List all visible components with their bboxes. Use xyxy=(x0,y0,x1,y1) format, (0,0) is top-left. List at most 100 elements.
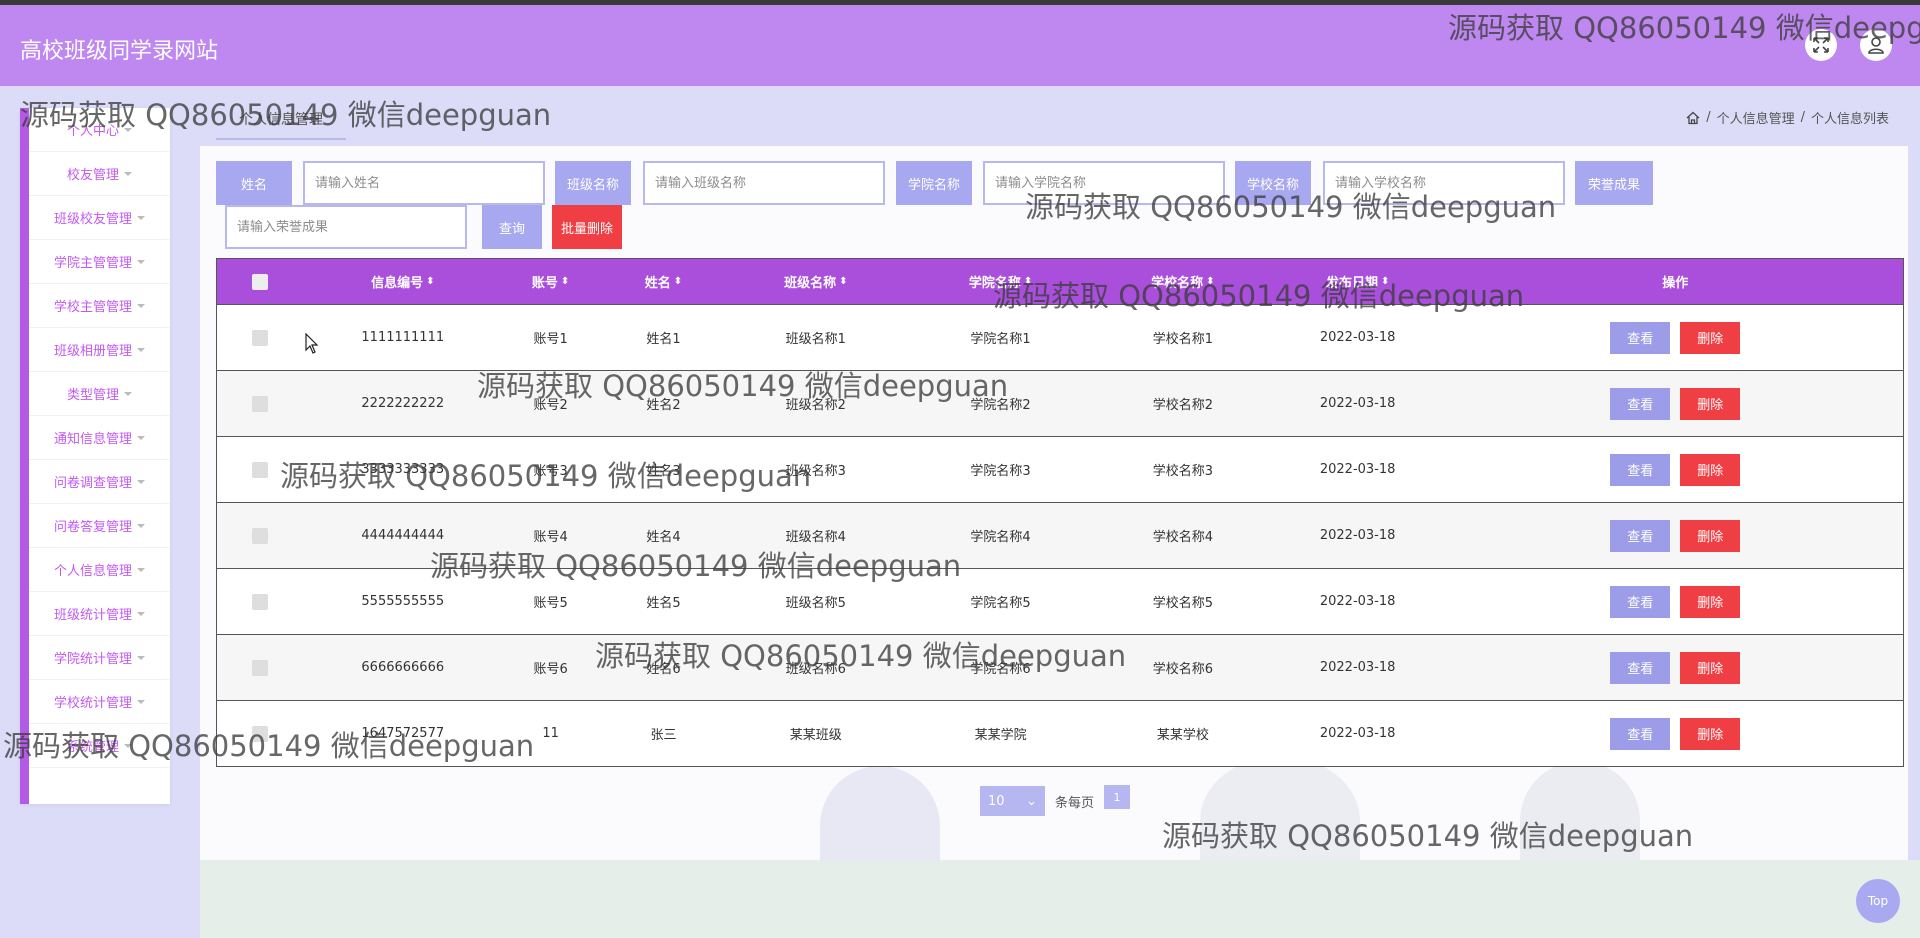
caret-down-icon xyxy=(124,127,132,132)
row-checkbox[interactable] xyxy=(251,329,268,346)
sidebar-item-personal-info[interactable]: 个人信息管理 xyxy=(29,548,170,592)
sidebar-item-type[interactable]: 类型管理 xyxy=(29,372,170,416)
cell-college: 学院名称3 xyxy=(970,464,1031,479)
name-label: 姓名 xyxy=(216,161,292,205)
view-button[interactable]: 查看 xyxy=(1610,453,1671,486)
cell-date: 2022-03-18 xyxy=(1319,396,1396,411)
cell-date: 2022-03-18 xyxy=(1319,462,1396,477)
row-checkbox[interactable] xyxy=(251,725,268,742)
breadcrumb-item[interactable]: 个人信息管理 xyxy=(1717,108,1795,127)
view-button[interactable]: 查看 xyxy=(1610,519,1671,552)
column-header-date[interactable]: 发布日期 ⬍ xyxy=(1268,259,1448,304)
cell-school: 学校名称3 xyxy=(1152,464,1213,479)
delete-button[interactable]: 删除 xyxy=(1680,321,1741,354)
sidebar-item-label: 问卷答复管理 xyxy=(53,520,132,535)
caret-down-icon xyxy=(137,567,145,572)
cell-school: 学校名称2 xyxy=(1152,398,1213,413)
sidebar-item-system[interactable]: 系统管理 xyxy=(29,724,170,768)
sort-icon: ⬍ xyxy=(1023,275,1033,287)
sidebar-item-survey[interactable]: 问卷调查管理 xyxy=(29,460,170,504)
table-row: 6666666666 账号6 姓名6 班级名称6 学院名称6 学校名称6 202… xyxy=(217,634,1903,700)
caret-down-icon xyxy=(124,743,132,748)
fullscreen-icon xyxy=(1813,37,1829,53)
row-checkbox[interactable] xyxy=(251,659,268,676)
page-button-current[interactable]: 1 xyxy=(1104,785,1131,809)
view-button[interactable]: 查看 xyxy=(1610,717,1671,750)
cell-name: 姓名5 xyxy=(646,596,681,611)
sidebar-item-class-stats[interactable]: 班级统计管理 xyxy=(29,592,170,636)
delete-button[interactable]: 删除 xyxy=(1680,387,1741,420)
caret-down-icon xyxy=(137,699,145,704)
page-size-value: 10 xyxy=(988,793,1005,809)
cell-account: 账号6 xyxy=(533,662,568,677)
select-all-cell xyxy=(217,259,303,304)
view-button[interactable]: 查看 xyxy=(1610,585,1671,618)
tab-personal-info[interactable]: 个人信息管理 xyxy=(216,100,346,140)
school-name-input[interactable] xyxy=(1323,161,1565,205)
select-all-checkbox[interactable] xyxy=(251,273,268,290)
sidebar-item-personal-center[interactable]: 个人中心 xyxy=(29,108,170,152)
cell-college: 学院名称5 xyxy=(970,596,1031,611)
honor-input[interactable] xyxy=(225,205,467,249)
cell-date: 2022-03-18 xyxy=(1319,660,1396,675)
delete-button[interactable]: 删除 xyxy=(1680,453,1741,486)
row-checkbox[interactable] xyxy=(251,395,268,412)
sidebar-item-label: 学院主管管理 xyxy=(53,256,132,271)
background-illustration xyxy=(820,766,940,860)
query-button[interactable]: 查询 xyxy=(482,205,542,249)
cell-name: 姓名1 xyxy=(646,332,681,347)
batch-delete-button[interactable]: 批量删除 xyxy=(552,205,622,249)
delete-button[interactable]: 删除 xyxy=(1680,519,1741,552)
college-name-input[interactable] xyxy=(983,161,1225,205)
caret-down-icon xyxy=(137,611,145,616)
view-button[interactable]: 查看 xyxy=(1610,651,1671,684)
column-header-college[interactable]: 学院名称 ⬍ xyxy=(903,259,1098,304)
app-header: 高校班级同学录网站 xyxy=(0,5,1920,86)
cell-school: 学校名称6 xyxy=(1152,662,1213,677)
cell-college: 学院名称2 xyxy=(970,398,1031,413)
sidebar-item-school-stats[interactable]: 学校统计管理 xyxy=(29,680,170,724)
column-header-name[interactable]: 姓名 ⬍ xyxy=(599,259,729,304)
delete-button[interactable]: 删除 xyxy=(1680,717,1741,750)
caret-down-icon xyxy=(137,655,145,660)
sidebar-item-survey-reply[interactable]: 问卷答复管理 xyxy=(29,504,170,548)
sidebar-item-college-stats[interactable]: 学院统计管理 xyxy=(29,636,170,680)
caret-down-icon xyxy=(137,259,145,264)
column-header-school[interactable]: 学校名称 ⬍ xyxy=(1098,259,1268,304)
cell-college: 学院名称4 xyxy=(970,530,1031,545)
panel-footer xyxy=(200,860,1920,938)
sidebar-item-alumni[interactable]: 校友管理 xyxy=(29,152,170,196)
sidebar-item-class-album[interactable]: 班级相册管理 xyxy=(29,328,170,372)
row-checkbox[interactable] xyxy=(251,461,268,478)
home-icon[interactable] xyxy=(1686,111,1700,125)
app-title: 高校班级同学录网站 xyxy=(20,39,219,64)
row-checkbox[interactable] xyxy=(251,527,268,544)
sidebar: 个人中心 校友管理 班级校友管理 学院主管管理 学校主管管理 班级相册管理 类型… xyxy=(20,108,170,804)
cell-account: 账号5 xyxy=(533,596,568,611)
column-header-account[interactable]: 账号 ⬍ xyxy=(503,259,599,304)
cell-school: 学校名称1 xyxy=(1152,332,1213,347)
sidebar-item-class-alumni[interactable]: 班级校友管理 xyxy=(29,196,170,240)
row-checkbox[interactable] xyxy=(251,593,268,610)
sidebar-item-college-admin[interactable]: 学院主管管理 xyxy=(29,240,170,284)
view-button[interactable]: 查看 xyxy=(1610,387,1671,420)
page-size-select[interactable]: 10 ⌄ xyxy=(980,786,1045,816)
column-header-class[interactable]: 班级名称 ⬍ xyxy=(728,259,903,304)
info-table: 信息编号 ⬍ 账号 ⬍ 姓名 ⬍ 班级名称 ⬍ 学院名称 ⬍ 学校名称 ⬍ 发布日期 ⬍ 操作… xyxy=(216,258,1904,767)
user-button[interactable] xyxy=(1860,29,1892,61)
sidebar-item-label: 系统管理 xyxy=(66,740,119,755)
class-name-input[interactable] xyxy=(643,161,885,205)
cell-id: 2222222222 xyxy=(361,396,445,411)
sidebar-item-label: 班级相册管理 xyxy=(53,344,132,359)
delete-button[interactable]: 删除 xyxy=(1680,585,1741,618)
sidebar-item-notice[interactable]: 通知信息管理 xyxy=(29,416,170,460)
cell-class: 某某班级 xyxy=(789,728,842,743)
view-button[interactable]: 查看 xyxy=(1610,321,1671,354)
breadcrumb-separator: / xyxy=(1706,110,1711,125)
delete-button[interactable]: 删除 xyxy=(1680,651,1741,684)
fullscreen-button[interactable] xyxy=(1805,29,1837,61)
sidebar-item-school-admin[interactable]: 学校主管管理 xyxy=(29,284,170,328)
back-to-top-button[interactable]: Top xyxy=(1856,879,1900,923)
name-input[interactable] xyxy=(303,161,545,205)
column-header-id[interactable]: 信息编号 ⬍ xyxy=(303,259,503,304)
